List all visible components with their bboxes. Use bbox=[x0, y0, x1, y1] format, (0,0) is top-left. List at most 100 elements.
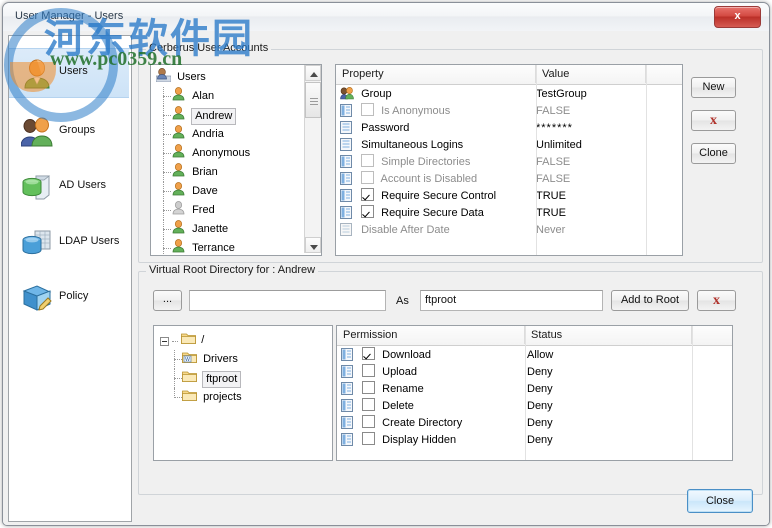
x-icon: x bbox=[710, 112, 717, 128]
table-row[interactable]: Account is Disabled FALSE bbox=[336, 171, 682, 188]
tree-item-user-disabled[interactable]: Fred bbox=[156, 201, 316, 220]
column-header-property[interactable]: Property bbox=[336, 65, 536, 83]
table-row[interactable]: Password ******* bbox=[336, 120, 682, 137]
column-header-permission[interactable]: Permission bbox=[337, 326, 525, 344]
table-row[interactable]: Group TestGroup bbox=[336, 86, 682, 103]
table-row[interactable]: Require Secure Control TRUE bbox=[336, 188, 682, 205]
folder-tree-panel[interactable]: / W Drivers ftproot projects bbox=[153, 325, 333, 461]
column-header-status[interactable]: Status bbox=[525, 326, 692, 344]
browse-button[interactable]: ... bbox=[153, 290, 182, 311]
properties-grid[interactable]: Property Value Group TestGroup Is Anonym… bbox=[335, 64, 683, 256]
sidebar-item-groups[interactable]: Groups bbox=[9, 108, 129, 156]
row-checkbox[interactable] bbox=[362, 432, 376, 445]
table-row[interactable]: Display Hidden Deny bbox=[337, 432, 732, 449]
sidebar-item-ldap-users[interactable]: LDAP Users bbox=[9, 219, 129, 267]
row-checkbox[interactable] bbox=[362, 364, 376, 377]
table-row[interactable]: Delete Deny bbox=[337, 398, 732, 415]
user-icon bbox=[172, 144, 189, 165]
tree-item-user[interactable]: Brian bbox=[156, 163, 316, 182]
row-checkbox[interactable] bbox=[362, 347, 376, 360]
column-header-extra[interactable] bbox=[646, 65, 682, 83]
sidebar-item-policy[interactable]: Policy bbox=[9, 274, 129, 322]
sidebar-item-users[interactable]: Users bbox=[9, 48, 129, 98]
permissions-grid[interactable]: Permission Status Download Allow Upload … bbox=[336, 325, 733, 461]
tree-item-user[interactable]: Janette bbox=[156, 220, 316, 239]
tree-item-user[interactable]: Anonymous bbox=[156, 144, 316, 163]
x-icon: x bbox=[713, 292, 720, 308]
permission-name: Download bbox=[382, 349, 432, 361]
close-dialog-button[interactable]: Close bbox=[687, 489, 753, 513]
add-to-root-button[interactable]: Add to Root bbox=[611, 290, 689, 311]
tree-root-label: Users bbox=[177, 71, 206, 83]
tree-item-label: Dave bbox=[192, 185, 218, 197]
svg-text:W: W bbox=[185, 357, 190, 363]
clone-user-button[interactable]: Clone bbox=[691, 143, 736, 164]
folder-tree-item-label: ftproot bbox=[202, 370, 242, 388]
virtual-root-group-label: Virtual Root Directory for : Andrew bbox=[146, 264, 319, 276]
folder-tree-item-label: Drivers bbox=[203, 353, 238, 365]
tree-item-user[interactable]: Alan bbox=[156, 87, 316, 106]
tree-item-label: Andria bbox=[192, 128, 224, 140]
users-tree-panel[interactable]: Users Alan Andrew Andria Anonymous Brian… bbox=[150, 64, 322, 256]
row-checkbox[interactable] bbox=[361, 188, 375, 201]
scrollbar-thumb[interactable] bbox=[305, 82, 321, 118]
user-accounts-group-label: Cerberus User Accounts bbox=[146, 42, 272, 54]
new-user-button[interactable]: New bbox=[691, 77, 736, 98]
delete-user-button[interactable]: x bbox=[691, 110, 736, 131]
table-row[interactable]: Rename Deny bbox=[337, 381, 732, 398]
row-checkbox[interactable] bbox=[361, 103, 375, 116]
virtual-path-input[interactable] bbox=[189, 290, 386, 311]
tree-expander-minus-icon[interactable] bbox=[160, 336, 169, 346]
permissions-grid-header: Permission Status bbox=[337, 326, 732, 346]
permission-name: Create Directory bbox=[382, 417, 463, 429]
database-blue-icon bbox=[21, 227, 53, 259]
folder-icon bbox=[182, 388, 200, 408]
table-row[interactable]: Create Directory Deny bbox=[337, 415, 732, 432]
column-header-value[interactable]: Value bbox=[536, 65, 646, 83]
user-icon bbox=[172, 125, 189, 146]
table-row[interactable]: Upload Deny bbox=[337, 364, 732, 381]
folder-icon bbox=[182, 369, 200, 389]
table-row[interactable]: Require Secure Data TRUE bbox=[336, 205, 682, 222]
table-row[interactable]: Is Anonymous FALSE bbox=[336, 103, 682, 120]
users-tree-scrollbar[interactable] bbox=[304, 65, 321, 253]
tree-item-user[interactable]: Dave bbox=[156, 182, 316, 201]
column-header-extra[interactable] bbox=[692, 326, 732, 344]
table-row[interactable]: Download Allow bbox=[337, 347, 732, 364]
tree-item-label: Fred bbox=[192, 204, 215, 216]
scroll-down-button[interactable] bbox=[305, 237, 321, 253]
row-checkbox[interactable] bbox=[362, 381, 376, 394]
properties-grid-header: Property Value bbox=[336, 65, 682, 85]
property-value: FALSE bbox=[536, 173, 571, 185]
permission-status: Deny bbox=[527, 417, 553, 429]
user-icon bbox=[172, 87, 189, 108]
property-name: Require Secure Control bbox=[381, 190, 497, 202]
tree-item-label: Andrew bbox=[191, 108, 237, 125]
window-close-button[interactable]: x bbox=[714, 6, 761, 28]
folder-tree-item[interactable]: W Drivers bbox=[160, 350, 328, 369]
scroll-up-button[interactable] bbox=[305, 65, 321, 81]
folder-tree-root-label: / bbox=[201, 334, 205, 346]
tree-root-users[interactable]: Users bbox=[155, 68, 316, 87]
folder-tree-item[interactable]: projects bbox=[160, 388, 328, 407]
table-row[interactable]: Simple Directories FALSE bbox=[336, 154, 682, 171]
folder-tree-item-selected[interactable]: ftproot bbox=[160, 369, 328, 388]
sidebar-item-ad-users[interactable]: AD Users bbox=[9, 163, 129, 211]
tree-item-user-selected[interactable]: Andrew bbox=[156, 106, 316, 125]
table-row[interactable]: Simultaneous Logins Unlimited bbox=[336, 137, 682, 154]
row-checkbox[interactable] bbox=[362, 415, 376, 428]
row-checkbox[interactable] bbox=[362, 398, 376, 411]
tree-item-user[interactable]: Andria bbox=[156, 125, 316, 144]
permission-status: Deny bbox=[527, 434, 553, 446]
property-name: Group bbox=[361, 88, 392, 100]
row-checkbox[interactable] bbox=[361, 154, 375, 167]
navigation-sidebar: Users Groups AD Users LDAP Users Policy bbox=[8, 35, 132, 522]
row-checkbox[interactable] bbox=[361, 205, 375, 218]
property-name: Disable After Date bbox=[361, 224, 450, 236]
alias-input[interactable]: ftproot bbox=[420, 290, 603, 311]
remove-root-button[interactable]: x bbox=[697, 290, 736, 311]
table-row[interactable]: Disable After Date Never bbox=[336, 222, 682, 239]
row-checkbox[interactable] bbox=[361, 171, 375, 184]
tree-item-user[interactable]: Terrance bbox=[156, 239, 316, 255]
folder-tree-root[interactable]: / bbox=[160, 331, 328, 350]
